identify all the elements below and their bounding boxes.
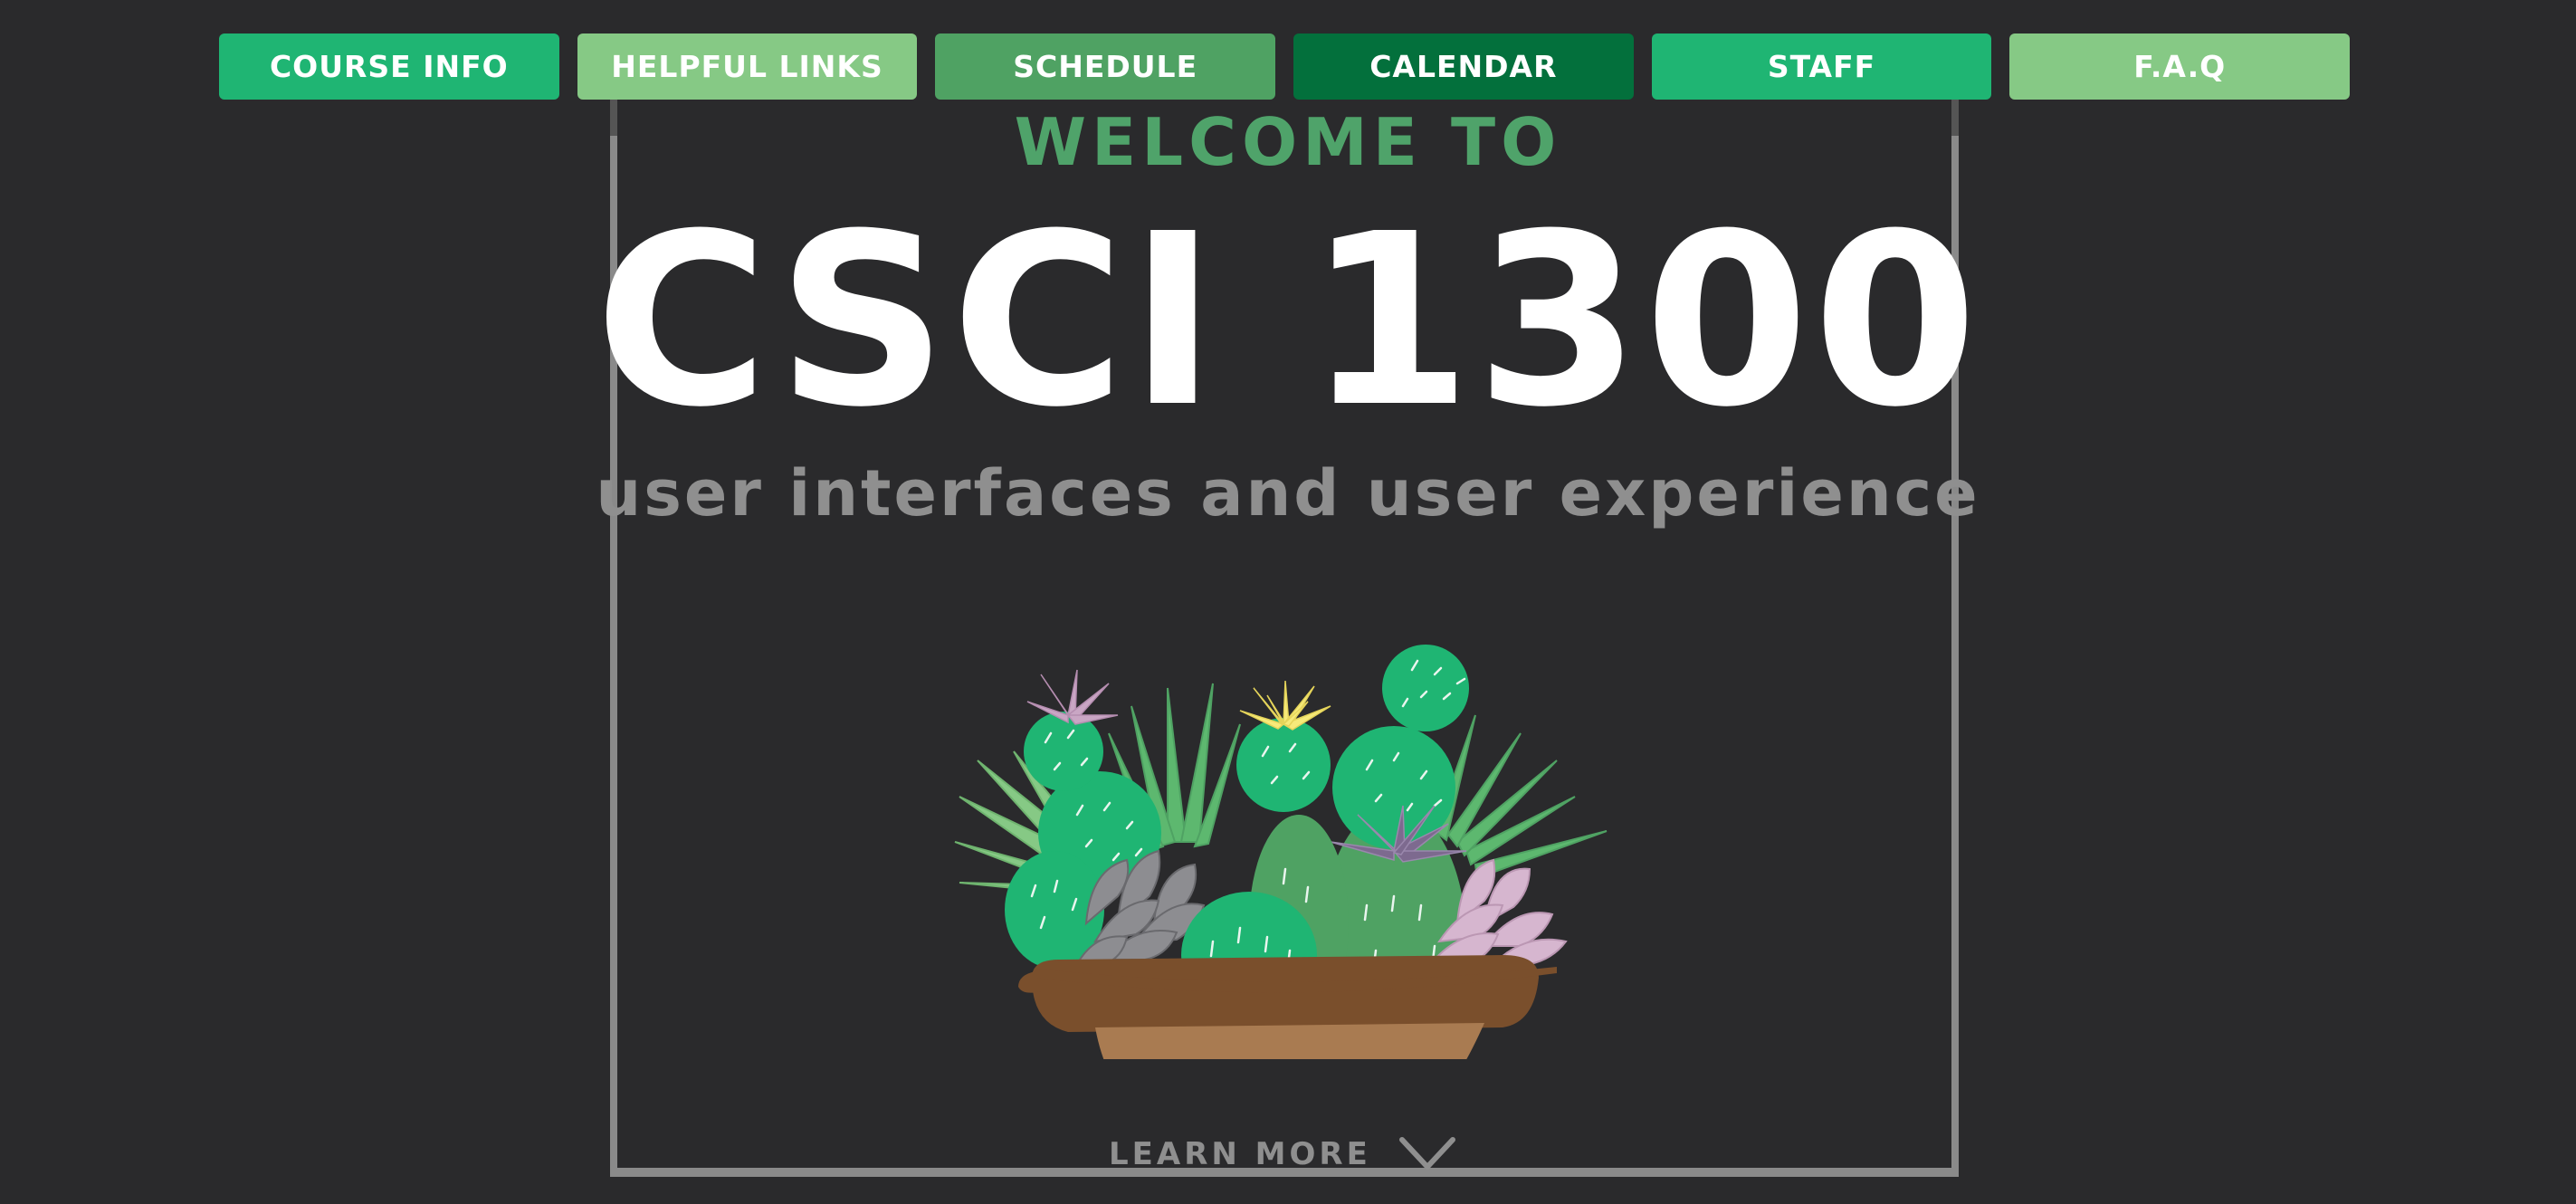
succulent-bowl-illustration <box>954 645 1608 1059</box>
course-title: CSCI 1300 <box>594 183 1981 459</box>
nav-staff-button[interactable]: STAFF <box>1651 33 1992 100</box>
nav-faq-button[interactable]: F.A.Q <box>2009 33 2351 100</box>
nav-helpful-links-button[interactable]: HELPFUL LINKS <box>577 33 918 100</box>
clay-bowl <box>1018 955 1557 1059</box>
welcome-heading: WELCOME TO <box>1014 104 1562 180</box>
learn-more-link[interactable]: LEARN MORE <box>1109 1132 1456 1177</box>
page: COURSE INFO HELPFUL LINKS SCHEDULE CALEN… <box>0 0 2576 1204</box>
top-navigation: COURSE INFO HELPFUL LINKS SCHEDULE CALEN… <box>219 33 2351 100</box>
learn-more-label: LEARN MORE <box>1109 1136 1371 1172</box>
spiky-leaves-right <box>1433 714 1608 880</box>
nav-schedule-button[interactable]: SCHEDULE <box>935 33 1276 100</box>
chevron-down-icon <box>1398 1137 1455 1170</box>
nav-calendar-button[interactable]: CALENDAR <box>1293 33 1634 100</box>
nav-course-info-button[interactable]: COURSE INFO <box>219 33 559 100</box>
course-subtitle: user interfaces and user experience <box>596 456 1980 530</box>
